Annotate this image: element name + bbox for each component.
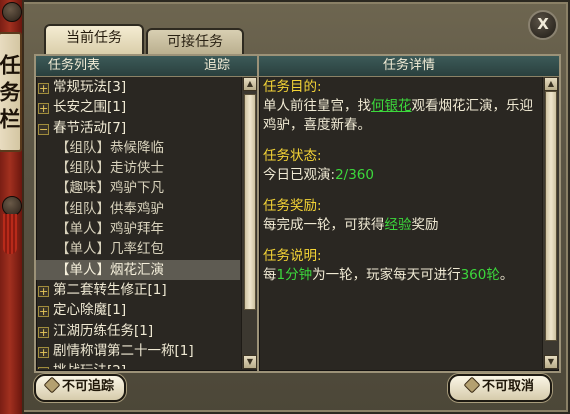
task-list-panel: 任务列表 追踪 + 常规玩法[3] + 长安之围[1] − 春节活动[7] 【组队】恭候降临… <box>34 54 260 373</box>
track-column-label: 追踪 <box>203 58 230 73</box>
task-detail-body: 任务目的: 单人前往皇宫，找何银花观看烟花汇演，乐迎鸡驴，喜度新春。 任务状态:… <box>263 78 539 368</box>
reward-text-post: 奖励 <box>411 217 439 233</box>
note-text-pre: 每 <box>263 267 277 283</box>
task-detail-title: 任务详情 <box>382 58 435 73</box>
close-button[interactable]: X <box>528 10 558 40</box>
scroll-knob-bottom <box>2 196 22 216</box>
diamond-icon <box>463 376 481 394</box>
tab-available-tasks[interactable]: 可接任务 <box>146 28 244 56</box>
task-list-item[interactable]: 【单人】烟花汇演 <box>36 259 240 280</box>
expand-icon[interactable]: + <box>38 103 49 115</box>
task-label: 挑战玩法[2] <box>53 363 126 369</box>
task-category[interactable]: + 剧情称谓第二十一称[1] <box>36 341 240 361</box>
task-category[interactable]: + 第二套转生修正[1] <box>36 280 240 300</box>
task-list-title: 任务列表 <box>48 58 101 73</box>
task-category[interactable]: + 定心除魔[1] <box>36 300 240 320</box>
expand-icon[interactable]: + <box>38 83 49 94</box>
track-button-label: 不可追踪 <box>61 379 114 394</box>
scroll-down-arrow-icon[interactable]: ▼ <box>243 355 257 369</box>
decorative-scroll-bar: 任务栏 <box>0 0 24 414</box>
reward-text-pre: 每完成一轮，可获得 <box>263 217 385 233</box>
task-label: 【组队】走访侠士 <box>56 160 164 177</box>
task-list-item[interactable]: 【组队】供奉鸡驴 <box>36 199 240 219</box>
task-category[interactable]: + 长安之围[1] <box>36 97 240 117</box>
task-label: 剧情称谓第二十一称[1] <box>53 342 194 359</box>
scroll-knob-top <box>2 2 22 22</box>
task-window: 任务栏 当前任务 可接任务 X 任务列表 追踪 + 常规玩法[3] + 长安之围[1]… <box>0 0 570 414</box>
task-label: 定心除魔[1] <box>53 302 127 319</box>
untrackable-button[interactable]: 不可追踪 <box>34 374 126 402</box>
task-list-item[interactable]: 【组队】走访侠士 <box>36 158 240 178</box>
task-detail-scrollbar[interactable]: ▲ ▼ <box>542 77 559 369</box>
goal-text-pre: 单人前往皇宫，找 <box>263 98 371 114</box>
expand-icon[interactable]: + <box>38 367 49 369</box>
collapse-icon[interactable]: − <box>38 123 49 135</box>
tab-current-tasks[interactable]: 当前任务 <box>44 24 144 56</box>
cancel-button-label: 不可取消 <box>481 379 534 394</box>
window-title: 任务栏 <box>0 32 22 152</box>
task-label: 【趣味】鸡驴下凡 <box>56 180 164 197</box>
status-label: 任务状态: <box>263 148 322 164</box>
task-label: 【单人】烟花汇演 <box>56 261 164 278</box>
task-list-item[interactable]: 【趣味】鸡驴下凡 <box>36 178 240 198</box>
task-label: 【组队】恭候降临 <box>56 139 164 156</box>
task-category[interactable]: − 春节活动[7] <box>36 118 240 138</box>
uncancelable-button[interactable]: 不可取消 <box>448 374 552 402</box>
scrollbar-thumb[interactable] <box>244 93 256 310</box>
task-category[interactable]: + 挑战玩法[2] <box>36 361 240 369</box>
task-label: 江湖历练任务[1] <box>53 322 154 339</box>
task-label: 【单人】几率红包 <box>56 241 164 258</box>
task-list-scrollbar[interactable]: ▲ ▼ <box>241 77 258 369</box>
task-label: 常规玩法[3] <box>53 79 127 95</box>
scroll-down-arrow-icon[interactable]: ▼ <box>544 355 558 369</box>
scrollbar-thumb[interactable] <box>545 91 557 341</box>
npc-link[interactable]: 何银花 <box>371 98 412 114</box>
expand-icon[interactable]: + <box>38 285 49 297</box>
status-text: 今日已观演:2/360 <box>263 166 539 185</box>
reward-label: 任务奖励: <box>263 198 322 214</box>
expand-icon[interactable]: + <box>38 346 49 358</box>
task-label: 第二套转生修正[1] <box>53 281 167 298</box>
note-text: 每1分钟为一轮，玩家每天可进行360轮。 <box>263 266 539 285</box>
reward-item: 经验 <box>384 217 412 233</box>
note-rounds: 360轮 <box>460 267 500 283</box>
task-list-item[interactable]: 【组队】恭候降临 <box>36 138 240 158</box>
note-label: 任务说明: <box>263 248 322 264</box>
reward-text: 每完成一轮，可获得经验奖励 <box>263 216 539 235</box>
task-label: 春节活动[7] <box>53 119 127 136</box>
task-detail-header: 任务详情 <box>259 56 559 77</box>
status-progress: 2/360 <box>335 167 374 183</box>
expand-icon[interactable]: + <box>38 326 49 338</box>
note-text-post: 。 <box>499 267 514 283</box>
scroll-up-arrow-icon[interactable]: ▲ <box>544 77 558 91</box>
task-label: 【组队】供奉鸡驴 <box>56 200 164 217</box>
tassel-ornament <box>3 214 17 254</box>
task-list-item[interactable]: 【单人】鸡驴拜年 <box>36 219 240 239</box>
task-list-item[interactable]: 【单人】几率红包 <box>36 239 240 259</box>
status-text-label: 今日已观演: <box>263 167 336 183</box>
task-label: 长安之围[1] <box>53 99 127 116</box>
task-detail-panel: 任务详情 任务目的: 单人前往皇宫，找何银花观看烟花汇演，乐迎鸡驴，喜度新春。 … <box>257 54 561 373</box>
goal-label: 任务目的: <box>263 79 322 95</box>
scroll-up-arrow-icon[interactable]: ▲ <box>243 77 257 91</box>
goal-text: 单人前往皇宫，找何银花观看烟花汇演，乐迎鸡驴，喜度新春。 <box>263 97 539 135</box>
task-list-header: 任务列表 追踪 <box>36 56 258 77</box>
task-category[interactable]: + 常规玩法[3] <box>36 77 240 97</box>
diamond-icon <box>43 376 61 394</box>
task-label: 【单人】鸡驴拜年 <box>56 221 164 238</box>
task-category[interactable]: + 江湖历练任务[1] <box>36 321 240 341</box>
expand-icon[interactable]: + <box>38 306 49 318</box>
task-list: + 常规玩法[3] + 长安之围[1] − 春节活动[7] 【组队】恭候降临 【组队】走访侠士… <box>36 77 240 369</box>
note-text-mid: 为一轮，玩家每天可进行 <box>312 267 461 283</box>
note-time: 1分钟 <box>276 267 313 283</box>
